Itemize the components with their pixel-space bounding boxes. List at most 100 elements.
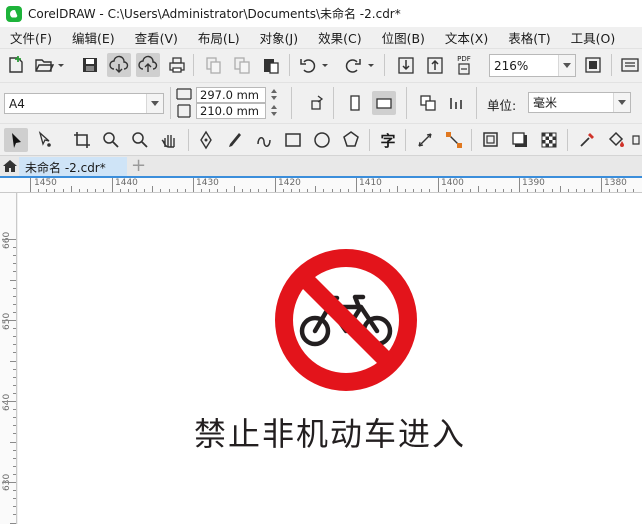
- current-page-icon[interactable]: [445, 91, 469, 115]
- pan-tool-icon[interactable]: [157, 128, 181, 152]
- ruler-tick: [13, 498, 16, 500]
- polygon-tool-icon[interactable]: [339, 128, 363, 152]
- ruler-tick: [127, 189, 129, 192]
- rectangle-tool-icon[interactable]: [281, 128, 305, 152]
- crop-tool-icon[interactable]: [70, 128, 94, 152]
- horizontal-ruler[interactable]: 1450 1440 1430 1420 1410 1400 1390 1380: [0, 176, 642, 193]
- ruler-tick: [2, 239, 16, 240]
- save-icon[interactable]: [78, 53, 102, 77]
- ruler-tick: [144, 189, 146, 192]
- ruler-tick: [339, 189, 341, 192]
- pen-tool-icon[interactable]: [194, 128, 218, 152]
- tab-document-label: 未命名 -2.cdr*: [25, 160, 106, 175]
- page-orientation-swap-icon[interactable]: [305, 91, 329, 115]
- ruler-tick: [445, 189, 447, 192]
- units-combo[interactable]: 毫米: [528, 92, 631, 113]
- ruler-tick: [380, 189, 382, 192]
- pick-tool-icon[interactable]: [4, 128, 28, 152]
- import-icon[interactable]: [394, 53, 418, 77]
- chevron-down-icon[interactable]: [613, 93, 630, 112]
- portrait-icon[interactable]: [343, 91, 367, 115]
- undo-icon[interactable]: [296, 53, 320, 77]
- landscape-icon[interactable]: [372, 91, 396, 115]
- page-width-input[interactable]: 297.0 mm: [196, 87, 266, 103]
- menu-table[interactable]: 表格(T): [498, 28, 560, 47]
- paste-icon[interactable]: [259, 53, 283, 77]
- zoom-out-icon[interactable]: [128, 128, 152, 152]
- ruler-label: 1450: [34, 178, 57, 188]
- cloud-import-icon[interactable]: [107, 53, 131, 77]
- toolbar-separator: [170, 87, 171, 119]
- ruler-tick: [461, 189, 463, 192]
- chevron-down-icon[interactable]: [146, 94, 163, 113]
- drawing-canvas[interactable]: 禁止非机动车进入: [18, 193, 642, 524]
- eyedropper-icon[interactable]: [575, 128, 599, 152]
- contour-icon[interactable]: [508, 128, 532, 152]
- transparency-icon[interactable]: [537, 128, 561, 152]
- vertical-ruler[interactable]: 660 650 640 630: [0, 193, 17, 524]
- application-launcher-icon[interactable]: [618, 53, 642, 77]
- zoom-tool-icon[interactable]: [99, 128, 123, 152]
- parallel-dimension-icon[interactable]: [413, 128, 437, 152]
- menu-text[interactable]: 文本(X): [435, 28, 498, 47]
- publish-pdf-icon[interactable]: PDF: [452, 53, 476, 77]
- sign-caption[interactable]: 禁止非机动车进入: [18, 409, 642, 455]
- full-screen-preview-icon[interactable]: [581, 53, 605, 77]
- home-icon[interactable]: [2, 158, 18, 174]
- redo-icon[interactable]: [341, 53, 365, 77]
- shape-tool-icon[interactable]: [33, 128, 57, 152]
- interactive-fill-icon[interactable]: [604, 128, 628, 152]
- zoom-level-combo[interactable]: 216%: [489, 54, 576, 77]
- menu-layout[interactable]: 布局(L): [188, 28, 250, 47]
- cloud-export-icon[interactable]: [136, 53, 160, 77]
- menu-tools[interactable]: 工具(O): [561, 28, 626, 47]
- redo-dropdown-icon[interactable]: [364, 53, 378, 77]
- toolbar-separator: [476, 87, 477, 119]
- menu-effects[interactable]: 效果(C): [308, 28, 371, 47]
- no-bicycle-sign[interactable]: [273, 247, 419, 393]
- print-icon[interactable]: [165, 53, 189, 77]
- ruler-tick: [193, 178, 194, 192]
- copy-icon[interactable]: [230, 53, 254, 77]
- add-tab-button[interactable]: +: [131, 157, 146, 175]
- ruler-label: 1420: [278, 178, 301, 188]
- menu-view[interactable]: 查看(V): [125, 28, 188, 47]
- new-document-icon[interactable]: [4, 53, 28, 77]
- toolbar-separator: [471, 129, 472, 151]
- text-tool-icon[interactable]: 字: [376, 128, 400, 152]
- ellipse-tool-icon[interactable]: [310, 128, 334, 152]
- menu-edit[interactable]: 编辑(E): [62, 28, 125, 47]
- menu-bitmaps[interactable]: 位图(B): [372, 28, 435, 47]
- ruler-tick: [38, 189, 40, 192]
- ruler-tick: [13, 465, 16, 467]
- cut-icon[interactable]: [201, 53, 225, 77]
- undo-dropdown-icon[interactable]: [318, 53, 332, 77]
- tab-document[interactable]: 未命名 -2.cdr*: [19, 157, 127, 177]
- page-size-combo[interactable]: A4: [4, 93, 164, 114]
- ruler-tick: [592, 189, 594, 192]
- pdf-label: PDF: [457, 55, 471, 63]
- ruler-tick: [298, 189, 300, 192]
- export-icon[interactable]: [423, 53, 447, 77]
- page-height-stepper[interactable]: [268, 103, 280, 119]
- open-dropdown-icon[interactable]: [54, 53, 68, 77]
- drop-shadow-icon[interactable]: [479, 128, 503, 152]
- ruler-tick: [527, 189, 529, 192]
- ruler-tick: [184, 189, 186, 192]
- ruler-tick: [13, 473, 16, 475]
- page-width-stepper[interactable]: [268, 87, 280, 103]
- artistic-media-icon[interactable]: [223, 128, 247, 152]
- all-pages-icon[interactable]: [416, 91, 440, 115]
- ruler-tick: [624, 189, 626, 192]
- ruler-tick: [551, 189, 553, 192]
- page-height-input[interactable]: 210.0 mm: [196, 103, 266, 119]
- menu-file[interactable]: 文件(F): [0, 28, 62, 47]
- more-tools-icon[interactable]: [630, 128, 642, 152]
- menu-object[interactable]: 对象(J): [250, 28, 308, 47]
- ruler-tick: [30, 178, 31, 192]
- chevron-down-icon[interactable]: [558, 55, 575, 76]
- open-folder-icon[interactable]: [32, 53, 56, 77]
- ruler-tick: [119, 189, 121, 192]
- connector-tool-icon[interactable]: [442, 128, 466, 152]
- bezier-tool-icon[interactable]: [252, 128, 276, 152]
